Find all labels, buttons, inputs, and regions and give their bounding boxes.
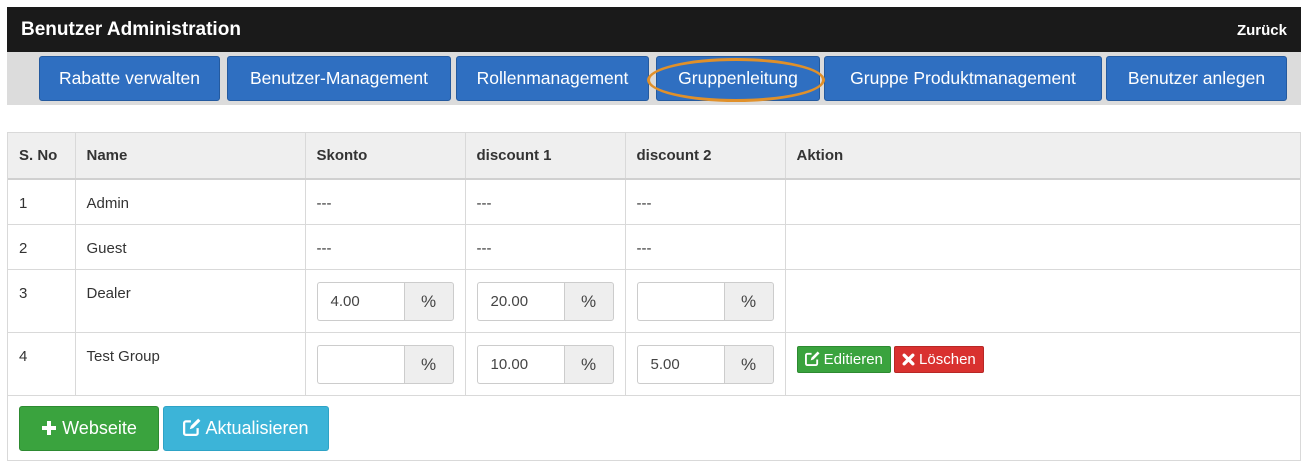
cell-name: Admin	[75, 179, 306, 225]
cell-sno: 2	[8, 224, 76, 270]
close-icon	[902, 353, 915, 365]
discount2-input-group: %	[636, 281, 774, 321]
nav-rollenmanagement-button[interactable]: Rollenmanagement	[456, 56, 649, 101]
cell-skonto: %	[305, 332, 466, 396]
nav-rabatte-verwalten-button[interactable]: Rabatte verwalten	[39, 56, 220, 101]
edit-icon	[183, 418, 201, 436]
edit-button[interactable]: Editieren	[796, 345, 891, 373]
cell-discount2: ---	[625, 224, 786, 270]
group-discount-panel: S. No Name Skonto discount 1 discount 2 …	[7, 132, 1301, 461]
percent-addon: %	[403, 281, 454, 321]
cell-discount2: 5.00 %	[625, 332, 786, 396]
discount2-input[interactable]: 5.00	[636, 344, 724, 384]
percent-addon: %	[723, 344, 774, 384]
column-header-skonto: Skonto	[305, 133, 466, 180]
group-discount-table: S. No Name Skonto discount 1 discount 2 …	[8, 133, 1300, 396]
discount2-input[interactable]	[636, 281, 724, 321]
skonto-input[interactable]: 4.00	[316, 281, 404, 321]
nav-gruppenleitung-button[interactable]: Gruppenleitung	[656, 56, 820, 101]
cell-skonto: ---	[305, 224, 466, 270]
skonto-input-group: %	[316, 344, 454, 384]
table-row: 3 Dealer 4.00 % 20.00 % %	[8, 269, 1300, 333]
cell-discount1: ---	[465, 179, 626, 225]
delete-button[interactable]: Löschen	[893, 345, 984, 373]
cell-aktion	[785, 179, 1300, 225]
cell-aktion	[785, 269, 1300, 333]
discount1-input[interactable]: 20.00	[476, 281, 564, 321]
column-header-discount1: discount 1	[465, 133, 626, 180]
delete-button-label: Löschen	[919, 350, 976, 368]
back-link[interactable]: Zurück	[1237, 22, 1287, 39]
cell-aktion	[785, 224, 1300, 270]
cell-name: Guest	[75, 224, 306, 270]
plus-icon	[42, 421, 57, 435]
percent-addon: %	[563, 281, 614, 321]
add-website-label: Webseite	[62, 418, 137, 438]
update-label: Aktualisieren	[205, 418, 309, 438]
cell-discount2: %	[625, 269, 786, 333]
page-header: Benutzer Administration Zurück	[7, 7, 1301, 52]
cell-sno: 4	[8, 332, 76, 396]
discount2-input-group: 5.00 %	[636, 344, 774, 384]
percent-addon: %	[723, 281, 774, 321]
cell-discount1: 10.00 %	[465, 332, 626, 396]
edit-button-label: Editieren	[823, 350, 883, 368]
cell-name: Test Group	[75, 332, 306, 396]
cell-skonto: ---	[305, 179, 466, 225]
percent-addon: %	[563, 344, 614, 384]
page-title: Benutzer Administration	[21, 19, 241, 40]
column-header-aktion: Aktion	[785, 133, 1300, 180]
skonto-input-group: 4.00 %	[316, 281, 454, 321]
discount1-input-group: 20.00 %	[476, 281, 614, 321]
nav-benutzer-management-button[interactable]: Benutzer-Management	[227, 56, 451, 101]
table-row: 2 Guest --- --- ---	[8, 224, 1300, 270]
cell-sno: 3	[8, 269, 76, 333]
cell-aktion: Editieren Löschen	[785, 332, 1300, 396]
cell-discount2: ---	[625, 179, 786, 225]
edit-icon	[804, 350, 820, 366]
admin-nav-bar: Rabatte verwalten Benutzer-Management Ro…	[7, 52, 1301, 105]
cell-discount1: ---	[465, 224, 626, 270]
add-website-button[interactable]: Webseite	[19, 406, 159, 451]
table-row: 1 Admin --- --- ---	[8, 179, 1300, 225]
nav-gruppe-produktmanagement-button[interactable]: Gruppe Produktmanagement	[824, 56, 1102, 101]
column-header-discount2: discount 2	[625, 133, 786, 180]
update-button[interactable]: Aktualisieren	[163, 406, 329, 451]
table-row: 4 Test Group % 10.00 % 5.00 % Editieren …	[8, 332, 1300, 396]
cell-name: Dealer	[75, 269, 306, 333]
skonto-input[interactable]	[316, 344, 404, 384]
cell-discount1: 20.00 %	[465, 269, 626, 333]
column-header-name: Name	[75, 133, 306, 180]
column-header-sno: S. No	[8, 133, 76, 180]
discount1-input[interactable]: 10.00	[476, 344, 564, 384]
discount1-input-group: 10.00 %	[476, 344, 614, 384]
table-header-row: S. No Name Skonto discount 1 discount 2 …	[8, 133, 1300, 180]
cell-skonto: 4.00 %	[305, 269, 466, 333]
percent-addon: %	[403, 344, 454, 384]
cell-sno: 1	[8, 179, 76, 225]
nav-benutzer-anlegen-button[interactable]: Benutzer anlegen	[1106, 56, 1287, 101]
